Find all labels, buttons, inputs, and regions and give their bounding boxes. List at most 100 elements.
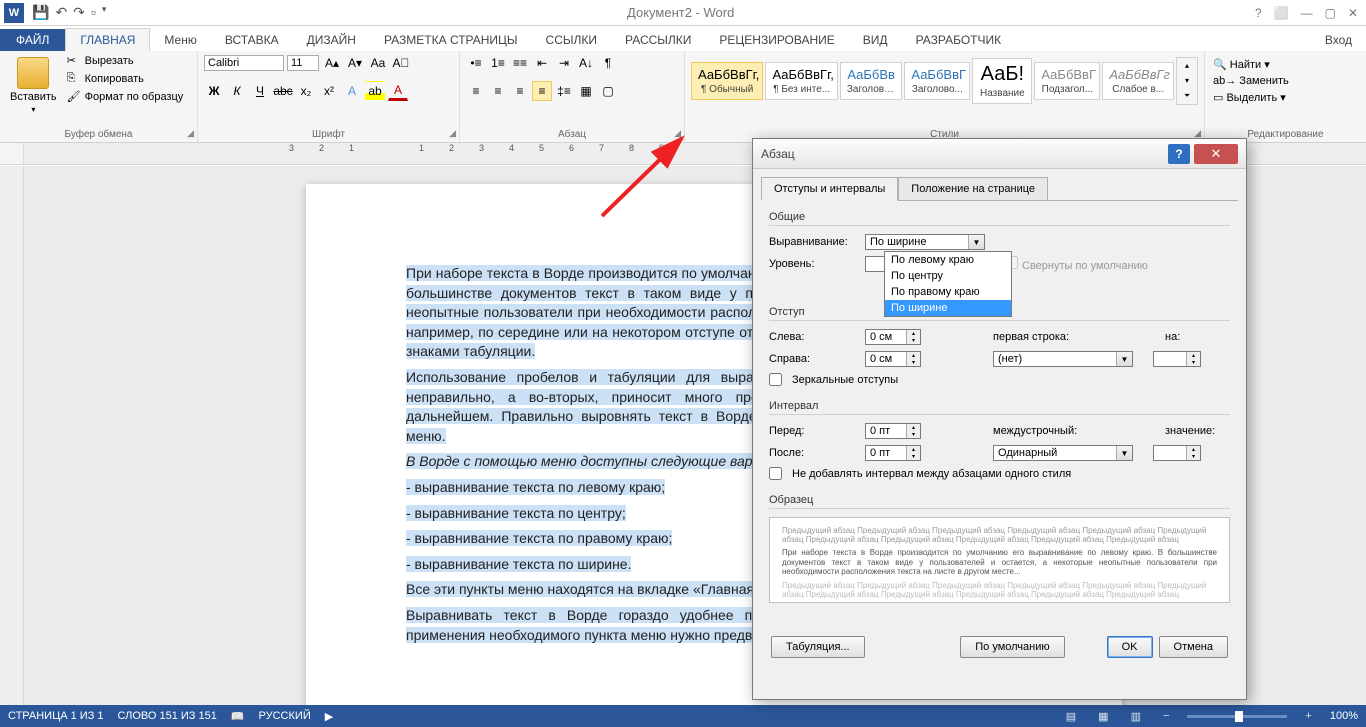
strikethrough-button[interactable]: abc bbox=[273, 81, 293, 101]
dialog-help-button[interactable]: ? bbox=[1168, 144, 1190, 164]
style-title[interactable]: АаБ!Название bbox=[972, 58, 1032, 104]
tab-mailings[interactable]: РАССЫЛКИ bbox=[611, 29, 705, 51]
indent-right-spinner[interactable]: 0 см▴▾ bbox=[865, 351, 921, 367]
highlight-button[interactable]: ab bbox=[365, 81, 385, 101]
zoom-in-button[interactable]: + bbox=[1301, 710, 1315, 722]
first-line-combo[interactable]: (нет)▼ bbox=[993, 351, 1133, 367]
tab-insert[interactable]: ВСТАВКА bbox=[211, 29, 293, 51]
tab-developer[interactable]: РАЗРАБОТЧИК bbox=[902, 29, 1016, 51]
clipboard-launcher[interactable]: ◢ bbox=[187, 128, 194, 139]
new-doc-icon[interactable]: ▫ bbox=[91, 4, 96, 21]
view-print-icon[interactable]: ▦ bbox=[1094, 710, 1112, 723]
shading-button[interactable]: ▦ bbox=[576, 81, 596, 101]
close-window-icon[interactable]: ✕ bbox=[1348, 6, 1358, 20]
superscript-button[interactable]: x² bbox=[319, 81, 339, 101]
styles-scroll-up[interactable]: ▴ bbox=[1177, 58, 1197, 73]
show-marks-button[interactable]: ¶ bbox=[598, 53, 618, 73]
find-button[interactable]: 🔍 Найти ▾ bbox=[1211, 57, 1360, 72]
redo-icon[interactable]: ↷ bbox=[73, 4, 85, 21]
italic-button[interactable]: К bbox=[227, 81, 247, 101]
style-subtitle[interactable]: АаБбВвГПодзагол... bbox=[1034, 62, 1100, 100]
styles-more-button[interactable]: ⏷ bbox=[1177, 89, 1197, 104]
indent-left-spinner[interactable]: 0 см▴▾ bbox=[865, 329, 921, 345]
save-icon[interactable]: 💾 bbox=[32, 4, 49, 21]
styles-scroll-down[interactable]: ▾ bbox=[1177, 73, 1197, 88]
font-name-input[interactable] bbox=[204, 55, 284, 71]
dialog-titlebar[interactable]: Абзац ? ✕ bbox=[753, 139, 1246, 169]
status-macro-icon[interactable]: ▶ bbox=[325, 710, 333, 723]
tab-menu[interactable]: Меню bbox=[150, 29, 210, 51]
view-read-icon[interactable]: ▤ bbox=[1062, 710, 1080, 723]
tab-review[interactable]: РЕЦЕНЗИРОВАНИЕ bbox=[705, 29, 848, 51]
before-spinner[interactable]: 0 пт▴▾ bbox=[865, 423, 921, 439]
tab-file[interactable]: ФАЙЛ bbox=[0, 29, 65, 51]
style-no-spacing[interactable]: АаБбВвГг,¶ Без инте... bbox=[765, 62, 837, 100]
numbering-button[interactable]: 1≡ bbox=[488, 53, 508, 73]
shrink-font-button[interactable]: A▾ bbox=[345, 53, 365, 73]
borders-button[interactable]: ▢ bbox=[598, 81, 618, 101]
paragraph-launcher[interactable]: ◢ bbox=[674, 128, 681, 139]
align-left-button[interactable]: ≡ bbox=[466, 81, 486, 101]
font-color-button[interactable]: A bbox=[388, 81, 408, 101]
view-web-icon[interactable]: ▥ bbox=[1127, 710, 1145, 723]
vertical-ruler[interactable] bbox=[0, 166, 24, 705]
status-page[interactable]: СТРАНИЦА 1 ИЗ 1 bbox=[8, 710, 104, 722]
tabs-button[interactable]: Табуляция... bbox=[771, 636, 865, 658]
replace-button[interactable]: ab→ Заменить bbox=[1211, 74, 1360, 88]
mirror-checkbox[interactable] bbox=[769, 373, 782, 386]
default-button[interactable]: По умолчанию bbox=[960, 636, 1064, 658]
ok-button[interactable]: OK bbox=[1107, 636, 1153, 658]
align-center-button[interactable]: ≡ bbox=[488, 81, 508, 101]
align-option-justify[interactable]: По ширине bbox=[885, 300, 1011, 316]
undo-icon[interactable]: ↶ bbox=[55, 4, 67, 21]
style-subtle-emphasis[interactable]: АаБбВвГгСлабое в... bbox=[1102, 62, 1174, 100]
sort-button[interactable]: A↓ bbox=[576, 53, 596, 73]
align-option-center[interactable]: По центру bbox=[885, 268, 1011, 284]
align-option-left[interactable]: По левому краю bbox=[885, 252, 1011, 268]
dialog-tab-indents[interactable]: Отступы и интервалы bbox=[761, 177, 898, 201]
font-size-input[interactable] bbox=[287, 55, 319, 71]
font-launcher[interactable]: ◢ bbox=[449, 128, 456, 139]
tab-view[interactable]: ВИД bbox=[849, 29, 902, 51]
tab-design[interactable]: ДИЗАЙН bbox=[293, 29, 370, 51]
align-justify-button[interactable]: ≡ bbox=[532, 81, 552, 101]
maximize-icon[interactable]: ▢ bbox=[1325, 6, 1336, 20]
multilevel-button[interactable]: ≡≡ bbox=[510, 53, 530, 73]
zoom-out-button[interactable]: − bbox=[1159, 710, 1173, 722]
cut-button[interactable]: ✂Вырезать bbox=[65, 53, 186, 69]
line-spacing-button[interactable]: ‡≡ bbox=[554, 81, 574, 101]
change-case-button[interactable]: Aa bbox=[368, 53, 388, 73]
tab-home[interactable]: ГЛАВНАЯ bbox=[65, 28, 150, 51]
underline-button[interactable]: Ч bbox=[250, 81, 270, 101]
status-proofing-icon[interactable]: 📖 bbox=[231, 710, 245, 723]
dialog-tab-position[interactable]: Положение на странице bbox=[898, 177, 1048, 201]
paste-button[interactable]: Вставить ▾ bbox=[6, 53, 61, 118]
line-combo[interactable]: Одинарный▼ bbox=[993, 445, 1133, 461]
tab-layout[interactable]: РАЗМЕТКА СТРАНИЦЫ bbox=[370, 29, 532, 51]
status-language[interactable]: РУССКИЙ bbox=[259, 710, 311, 722]
copy-button[interactable]: ⎘Копировать bbox=[65, 71, 186, 87]
select-button[interactable]: ▭ Выделить ▾ bbox=[1211, 90, 1360, 105]
format-painter-button[interactable]: 🖌Формат по образцу bbox=[65, 89, 186, 105]
style-normal[interactable]: АаБбВвГг,¶ Обычный bbox=[691, 62, 763, 100]
align-right-button[interactable]: ≡ bbox=[510, 81, 530, 101]
style-heading1[interactable]: АаБбВвЗаголово... bbox=[840, 62, 903, 100]
cancel-button[interactable]: Отмена bbox=[1159, 636, 1228, 658]
align-option-right[interactable]: По правому краю bbox=[885, 284, 1011, 300]
status-words[interactable]: СЛОВО 151 ИЗ 151 bbox=[118, 710, 217, 722]
grow-font-button[interactable]: A▴ bbox=[322, 53, 342, 73]
on-spinner[interactable]: ▴▾ bbox=[1153, 351, 1201, 367]
help-icon[interactable]: ? bbox=[1255, 6, 1262, 20]
clear-formatting-button[interactable]: A⃠ bbox=[391, 53, 411, 73]
bold-button[interactable]: Ж bbox=[204, 81, 224, 101]
ribbon-display-icon[interactable]: ⬜ bbox=[1274, 6, 1289, 20]
text-effects-button[interactable]: A bbox=[342, 81, 362, 101]
bullets-button[interactable]: •≡ bbox=[466, 53, 486, 73]
zoom-thumb[interactable] bbox=[1235, 711, 1243, 722]
zoom-level[interactable]: 100% bbox=[1330, 710, 1358, 722]
tab-references[interactable]: ССЫЛКИ bbox=[532, 29, 611, 51]
signin-link[interactable]: Вход bbox=[1321, 29, 1356, 51]
decrease-indent-button[interactable]: ⇤ bbox=[532, 53, 552, 73]
dialog-close-button[interactable]: ✕ bbox=[1194, 144, 1238, 164]
zoom-slider[interactable] bbox=[1187, 715, 1287, 718]
